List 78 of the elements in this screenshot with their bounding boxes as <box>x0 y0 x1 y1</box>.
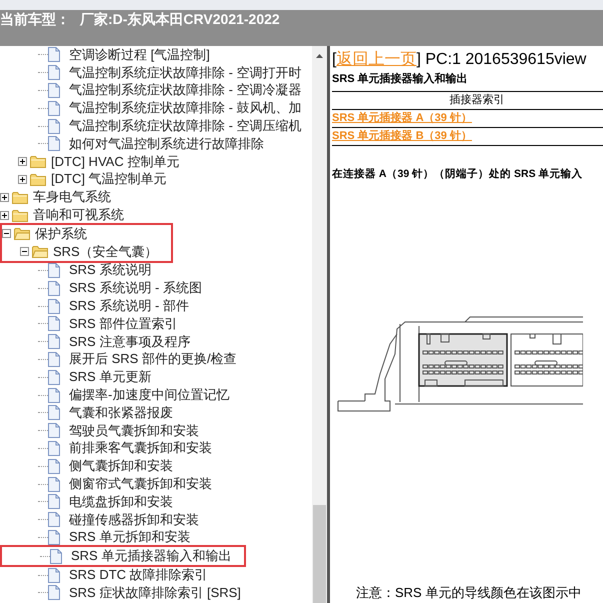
tree-item[interactable]: 气温控制系统症状故障排除 - 空调打开时 <box>68 64 303 81</box>
open-folder-icon <box>32 245 48 258</box>
tree-item[interactable]: 前排乘客气囊拆卸和安装 <box>68 440 213 456</box>
tree-item[interactable]: SRS 单元更新 <box>68 369 152 386</box>
document-icon <box>48 405 60 420</box>
document-icon <box>48 316 60 332</box>
tree-item[interactable]: 电缆盘拆卸和安装 <box>68 494 174 510</box>
tree-item[interactable]: SRS（安全气囊） <box>52 244 159 260</box>
tree-item[interactable]: SRS 症状故障排除索引 [SRS] <box>68 584 242 601</box>
tree-item[interactable]: SRS 系统说明 <box>68 262 152 278</box>
tree-item[interactable]: 空调诊断过程 [气温控制] <box>68 46 211 63</box>
document-icon <box>48 298 60 314</box>
expand-icon[interactable] <box>0 192 9 202</box>
tree-item[interactable]: 气温控制系统症状故障排除 - 空调冷凝器 <box>68 82 303 98</box>
document-icon <box>48 65 60 80</box>
collapse-icon[interactable] <box>2 229 11 238</box>
document-icon <box>48 118 60 134</box>
expand-icon[interactable] <box>18 174 27 184</box>
document-icon <box>48 352 60 367</box>
tree-item[interactable]: 碰撞传感器拆卸和安装 <box>68 512 200 528</box>
tree-item[interactable]: SRS 单元插接器输入和输出 <box>70 548 232 564</box>
tree-item[interactable]: SRS DTC 故障排除索引 <box>68 567 209 583</box>
tree-item[interactable]: 如何对气温控制系统进行故障排除 <box>68 136 265 152</box>
page-id: ] PC:1 2016539615view <box>416 50 586 70</box>
document-icon <box>48 512 60 528</box>
document-icon <box>48 530 60 545</box>
header-label: 当前车型： <box>0 10 70 28</box>
document-icon <box>48 82 60 98</box>
document-icon <box>48 494 60 510</box>
tree-item[interactable]: 音响和可视系统 <box>32 207 125 224</box>
scrollbar[interactable] <box>312 46 327 603</box>
expand-icon[interactable] <box>0 210 9 220</box>
vehicle-model: 厂家:D-东风本田CRV2021-2022 <box>80 10 280 28</box>
document-icon <box>48 100 60 116</box>
tree-item[interactable]: 侧窗帘式气囊拆卸和安装 <box>68 476 213 492</box>
tree-item[interactable]: 展开后 SRS 部件的更换/检查 <box>68 351 238 368</box>
tree-item[interactable]: 驾驶员气囊拆卸和安装 <box>68 422 200 439</box>
tree-item[interactable]: SRS 系统说明 - 系统图 <box>68 280 203 296</box>
document-icon <box>48 568 60 582</box>
tree-item[interactable]: SRS 注意事项及程序 <box>68 334 192 350</box>
document-icon <box>48 262 60 278</box>
tree-item[interactable]: SRS 部件位置索引 <box>68 316 178 332</box>
note-text: 注意：SRS 单元的导线颜色在该图示中 <box>355 584 582 602</box>
page-title: SRS 单元插接器输入和输出 <box>332 72 469 87</box>
tree-item[interactable]: 车身电气系统 <box>32 189 112 206</box>
document-icon <box>48 585 60 600</box>
document-icon <box>48 370 60 385</box>
tree-item[interactable]: 气温控制系统症状故障排除 - 空调压缩机 <box>68 118 303 134</box>
tree-item[interactable]: 侧气囊拆卸和安装 <box>68 458 174 474</box>
tree-item[interactable]: 偏摆率-加速度中间位置记忆 <box>68 387 230 404</box>
tree-item[interactable]: [DTC] 气温控制单元 <box>50 171 168 188</box>
document-icon <box>48 280 60 296</box>
document-icon <box>48 423 60 438</box>
tree-item[interactable]: SRS 系统说明 - 部件 <box>68 298 190 314</box>
collapse-icon[interactable] <box>20 247 29 256</box>
document-icon <box>48 476 60 492</box>
folder-icon <box>12 190 28 204</box>
document-icon <box>48 334 60 350</box>
tree-item[interactable]: 保护系统 <box>34 226 88 242</box>
section-heading: 在连接器 A（39 针）（阴端子）处的 SRS 单元输入 <box>332 167 584 182</box>
bracket-text: [ <box>332 50 336 70</box>
folder-icon <box>12 208 28 222</box>
folder-icon <box>30 155 46 168</box>
expand-icon[interactable] <box>18 157 27 166</box>
document-icon <box>48 47 60 62</box>
tree-item[interactable]: SRS 单元拆卸和安装 <box>68 529 192 546</box>
scroll-thumb[interactable] <box>313 505 326 603</box>
open-folder-icon <box>14 227 30 240</box>
document-icon <box>50 548 62 564</box>
tree-item[interactable]: 气温控制系统症状故障排除 - 鼓风机、加 <box>68 100 303 116</box>
document-icon <box>48 458 60 474</box>
tree-item[interactable]: [DTC] HVAC 控制单元 <box>50 154 180 170</box>
document-icon <box>48 440 60 456</box>
folder-icon <box>30 172 46 186</box>
document-icon <box>48 388 60 403</box>
tree-item[interactable]: 气囊和张紧器报废 <box>68 404 174 421</box>
document-icon <box>48 136 60 152</box>
table-header: 插接器索引 <box>332 92 603 110</box>
